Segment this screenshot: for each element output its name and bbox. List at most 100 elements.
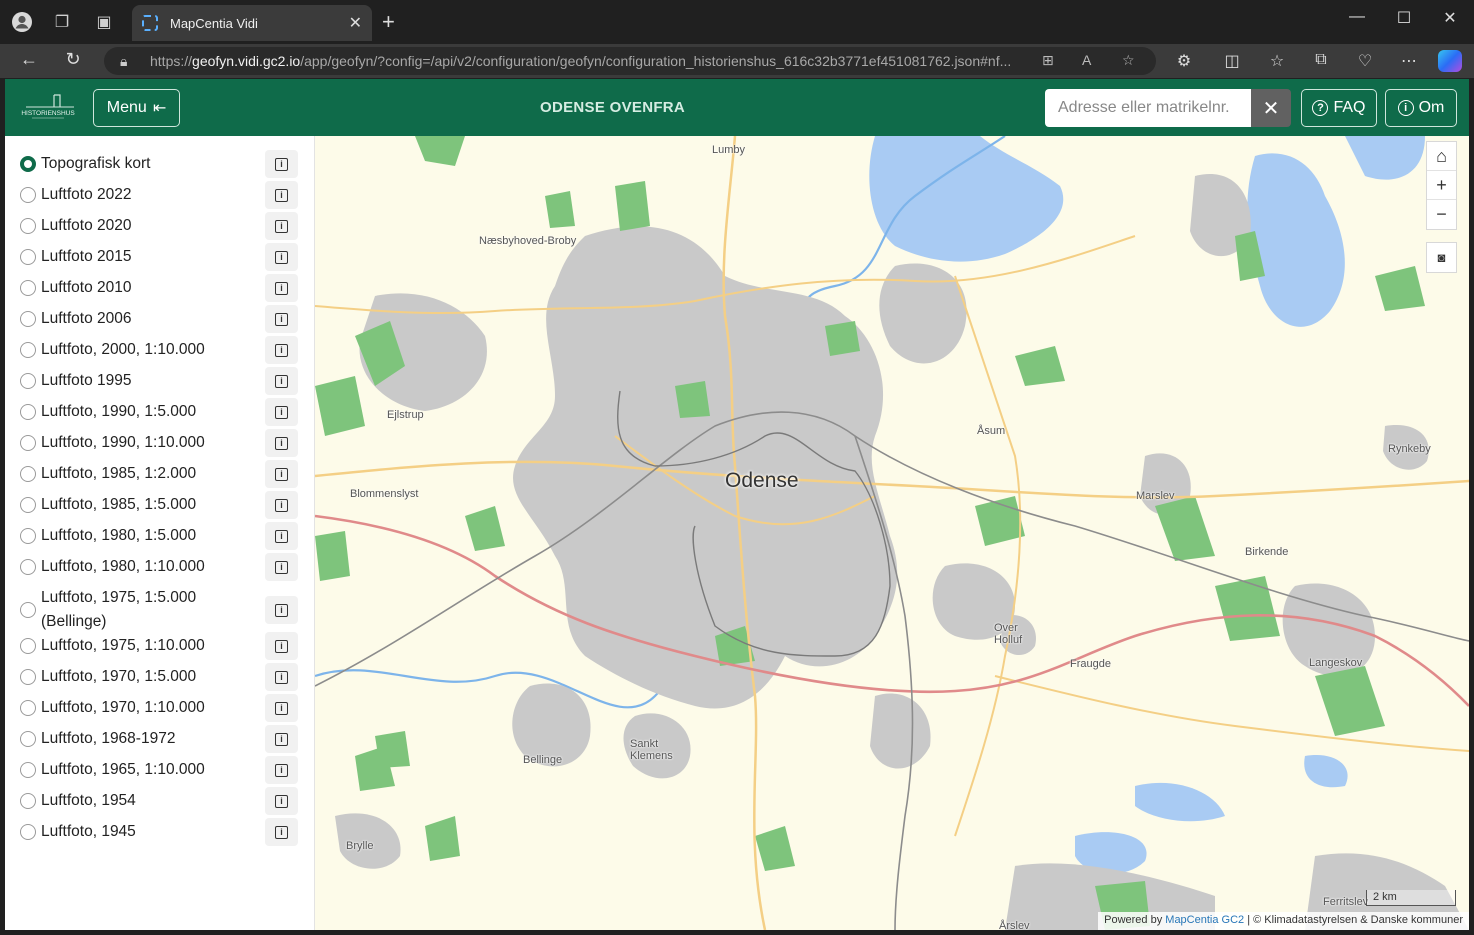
baselayer-radio[interactable]	[20, 638, 36, 654]
layer-info-button[interactable]: i	[265, 367, 298, 395]
split-screen-icon[interactable]: ◫	[1220, 51, 1244, 71]
profile-icon[interactable]	[10, 10, 34, 34]
maximize-icon[interactable]: ☐	[1389, 8, 1419, 28]
baselayer-radio[interactable]	[20, 762, 36, 778]
baselayer-radio[interactable]	[20, 187, 36, 203]
baselayer-radio[interactable]	[20, 528, 36, 544]
baselayer-item[interactable]: Luftfoto, 1975, 1:10.000 i	[20, 632, 300, 660]
baselayer-radio[interactable]	[20, 466, 36, 482]
layer-info-button[interactable]: i	[265, 725, 298, 753]
faq-button[interactable]: ? FAQ	[1301, 89, 1377, 127]
baselayer-item[interactable]: Luftfoto, 2000, 1:10.000 i	[20, 336, 300, 364]
layer-info-button[interactable]: i	[265, 787, 298, 815]
baselayer-radio[interactable]	[20, 249, 36, 265]
baselayer-item[interactable]: Luftfoto, 1985, 1:2.000 i	[20, 460, 300, 488]
baselayer-item[interactable]: Luftfoto, 1980, 1:10.000 i	[20, 553, 300, 581]
baselayer-item[interactable]: Luftfoto, 1985, 1:5.000 i	[20, 491, 300, 519]
app-available-icon[interactable]: ⊞	[1042, 52, 1054, 69]
baselayer-radio[interactable]	[20, 824, 36, 840]
baselayer-radio[interactable]	[20, 700, 36, 716]
layer-info-button[interactable]: i	[265, 596, 298, 624]
baselayer-item[interactable]: Luftfoto, 1990, 1:10.000 i	[20, 429, 300, 457]
baselayer-radio[interactable]	[20, 793, 36, 809]
address-bar[interactable]: 🔒︎ https://geofyn.vidi.gc2.io/app/geofyn…	[104, 47, 1156, 75]
more-menu-icon[interactable]: ⋯	[1397, 51, 1421, 71]
baselayer-radio[interactable]	[20, 373, 36, 389]
layer-info-button[interactable]: i	[265, 243, 298, 271]
layer-info-button[interactable]: i	[265, 212, 298, 240]
layer-info-button[interactable]: i	[265, 756, 298, 784]
layer-info-button[interactable]: i	[265, 181, 298, 209]
baselayer-item[interactable]: Luftfoto 2006 i	[20, 305, 300, 333]
menu-button[interactable]: Menu ⇤	[93, 89, 180, 127]
minimize-icon[interactable]: —	[1342, 8, 1372, 26]
back-icon[interactable]: ←	[16, 49, 42, 70]
extensions-icon[interactable]: ⚙	[1172, 51, 1196, 71]
baselayer-item[interactable]: Luftfoto 1995 i	[20, 367, 300, 395]
attribution-link[interactable]: MapCentia GC2	[1165, 914, 1244, 926]
baselayer-radio[interactable]	[20, 156, 36, 172]
layer-info-button[interactable]: i	[265, 522, 298, 550]
layer-info-button[interactable]: i	[265, 398, 298, 426]
baselayer-item[interactable]: Luftfoto 2022 i	[20, 181, 300, 209]
baselayer-radio[interactable]	[20, 559, 36, 575]
favorites-icon[interactable]: ☆	[1265, 51, 1289, 71]
baselayer-item[interactable]: Luftfoto 2020 i	[20, 212, 300, 240]
favorite-star-icon[interactable]: ☆	[1122, 52, 1135, 69]
workspaces-icon[interactable]: ❐	[50, 10, 74, 34]
layer-info-button[interactable]: i	[265, 460, 298, 488]
layer-info-button[interactable]: i	[265, 491, 298, 519]
layer-info-button[interactable]: i	[265, 150, 298, 178]
baselayer-item[interactable]: Luftfoto, 1965, 1:10.000 i	[20, 756, 300, 784]
browser-tab[interactable]: MapCentia Vidi ✕	[132, 5, 372, 41]
address-search-input[interactable]: Adresse eller matrikelnr.	[1045, 89, 1251, 127]
baselayer-radio[interactable]	[20, 602, 36, 618]
layer-info-button[interactable]: i	[265, 336, 298, 364]
read-aloud-icon[interactable]: A	[1082, 52, 1091, 68]
baselayer-item[interactable]: Luftfoto, 1954 i	[20, 787, 300, 815]
baselayer-radio[interactable]	[20, 669, 36, 685]
camera-icon[interactable]: ◙	[1427, 243, 1456, 272]
map-view[interactable]: Odense Lumby Næsbyhoved-Broby Ejlstrup B…	[315, 136, 1469, 930]
layer-info-button[interactable]: i	[265, 305, 298, 333]
baselayer-radio[interactable]	[20, 280, 36, 296]
layer-info-button[interactable]: i	[265, 663, 298, 691]
zoom-in-icon[interactable]: +	[1427, 171, 1456, 200]
baselayer-radio[interactable]	[20, 218, 36, 234]
baselayer-item[interactable]: Luftfoto, 1970, 1:5.000 i	[20, 663, 300, 691]
search-clear-button[interactable]: ✕	[1251, 89, 1291, 127]
new-tab-icon[interactable]: +	[382, 10, 395, 34]
browser-essentials-icon[interactable]: ♡	[1353, 51, 1377, 71]
baselayer-item[interactable]: Luftfoto 2015 i	[20, 243, 300, 271]
collections-icon[interactable]: ⧉	[1309, 51, 1333, 69]
baselayer-item[interactable]: Luftfoto, 1980, 1:5.000 i	[20, 522, 300, 550]
home-icon[interactable]: ⌂	[1427, 142, 1456, 171]
layer-info-button[interactable]: i	[265, 694, 298, 722]
baselayer-item[interactable]: Topografisk kort i	[20, 150, 300, 178]
layer-info-button[interactable]: i	[265, 553, 298, 581]
baselayer-radio[interactable]	[20, 435, 36, 451]
baselayer-radio[interactable]	[20, 342, 36, 358]
layer-info-button[interactable]: i	[265, 818, 298, 846]
baselayer-radio[interactable]	[20, 311, 36, 327]
baselayer-radio[interactable]	[20, 731, 36, 747]
window-close-icon[interactable]: ✕	[1435, 8, 1465, 28]
baselayer-item[interactable]: Luftfoto 2010 i	[20, 274, 300, 302]
baselayer-radio[interactable]	[20, 497, 36, 513]
tab-actions-icon[interactable]: ▣	[92, 10, 116, 34]
about-button[interactable]: i Om	[1385, 89, 1457, 127]
baselayer-item[interactable]: Luftfoto, 1990, 1:5.000 i	[20, 398, 300, 426]
baselayer-item[interactable]: Luftfoto, 1970, 1:10.000 i	[20, 694, 300, 722]
refresh-icon[interactable]: ↻	[60, 49, 86, 70]
zoom-out-icon[interactable]: −	[1427, 200, 1456, 229]
baselayer-radio[interactable]	[20, 404, 36, 420]
copilot-icon[interactable]	[1438, 50, 1462, 72]
baselayer-item[interactable]: Luftfoto, 1968-1972 i	[20, 725, 300, 753]
baselayer-item[interactable]: Luftfoto, 1975, 1:5.000 (Bellinge) i	[20, 586, 300, 634]
layer-info-button[interactable]: i	[265, 274, 298, 302]
info-icon: i	[275, 529, 288, 543]
tab-close-icon[interactable]: ✕	[349, 13, 362, 33]
baselayer-item[interactable]: Luftfoto, 1945 i	[20, 818, 300, 846]
layer-info-button[interactable]: i	[265, 429, 298, 457]
layer-info-button[interactable]: i	[265, 632, 298, 660]
